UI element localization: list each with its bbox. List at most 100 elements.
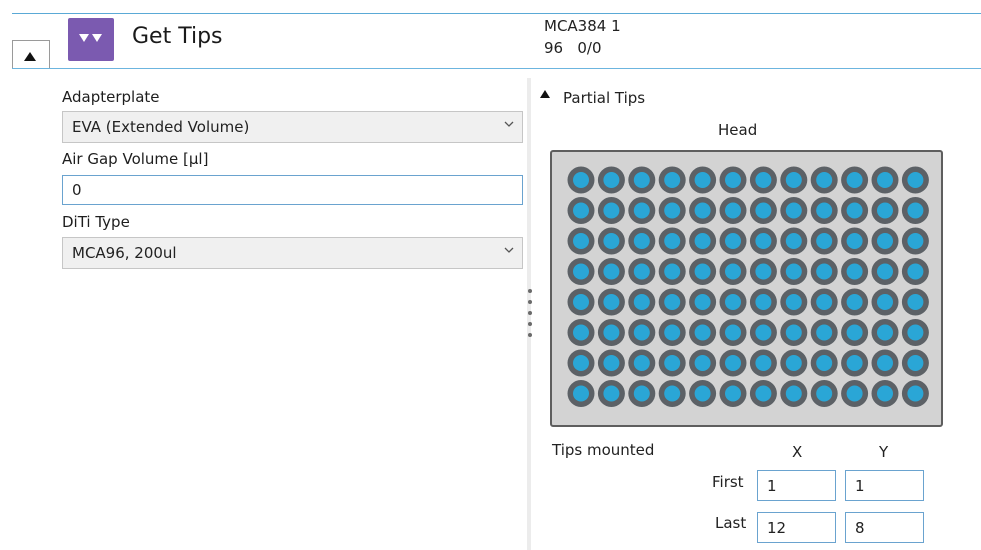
tip-position[interactable]	[877, 355, 893, 371]
tip-position[interactable]	[785, 385, 802, 402]
tip-position[interactable]	[846, 233, 863, 249]
tip-position[interactable]	[603, 294, 620, 310]
tip-position[interactable]	[694, 202, 711, 219]
tip-position[interactable]	[573, 172, 589, 188]
tip-position[interactable]	[694, 385, 711, 402]
last-x-input[interactable]: 12	[757, 512, 836, 543]
tip-position[interactable]	[573, 233, 589, 249]
tip-position[interactable]	[755, 324, 772, 341]
tip-position[interactable]	[633, 263, 650, 280]
tip-position[interactable]	[573, 355, 589, 371]
tip-position[interactable]	[725, 355, 741, 371]
first-y-input[interactable]: 1	[845, 470, 924, 501]
tip-position[interactable]	[785, 233, 802, 249]
tip-position[interactable]	[907, 355, 924, 371]
tip-position[interactable]	[785, 263, 802, 280]
tip-position[interactable]	[633, 202, 650, 219]
tip-position[interactable]	[907, 263, 924, 280]
head-tip-grid[interactable]	[550, 150, 943, 427]
splitter-grip-icon[interactable]	[528, 289, 532, 337]
tip-position[interactable]	[846, 263, 863, 280]
tip-position[interactable]	[694, 355, 711, 371]
tip-position[interactable]	[633, 172, 650, 188]
tip-position[interactable]	[877, 263, 893, 280]
tip-position[interactable]	[725, 202, 741, 219]
tip-position[interactable]	[633, 294, 650, 310]
tip-position[interactable]	[816, 263, 833, 280]
tip-position[interactable]	[755, 202, 772, 219]
tip-position[interactable]	[907, 294, 924, 310]
tip-position[interactable]	[877, 385, 893, 402]
tip-position[interactable]	[846, 355, 863, 371]
tip-position[interactable]	[877, 324, 893, 341]
tip-position[interactable]	[573, 324, 589, 341]
tip-position[interactable]	[633, 324, 650, 341]
tip-position[interactable]	[633, 385, 650, 402]
tip-position[interactable]	[816, 294, 833, 310]
tip-position[interactable]	[664, 233, 681, 249]
tip-position[interactable]	[664, 385, 681, 402]
tip-position[interactable]	[785, 202, 802, 219]
tip-position[interactable]	[785, 172, 802, 188]
tip-position[interactable]	[907, 202, 924, 219]
tip-position[interactable]	[603, 172, 620, 188]
tip-position[interactable]	[785, 294, 802, 310]
diti-type-select[interactable]: MCA96, 200ul	[62, 237, 523, 269]
tip-position[interactable]	[816, 324, 833, 341]
tip-position[interactable]	[694, 263, 711, 280]
collapse-toggle-button[interactable]	[12, 40, 50, 69]
tip-position[interactable]	[816, 355, 833, 371]
tip-position[interactable]	[633, 233, 650, 249]
tip-position[interactable]	[907, 324, 924, 341]
tip-position[interactable]	[603, 263, 620, 280]
tip-position[interactable]	[725, 324, 741, 341]
tip-position[interactable]	[664, 172, 681, 188]
tip-position[interactable]	[603, 355, 620, 371]
tip-position[interactable]	[725, 385, 741, 402]
adapterplate-select[interactable]: EVA (Extended Volume)	[62, 111, 523, 143]
tip-position[interactable]	[755, 355, 772, 371]
tip-position[interactable]	[633, 355, 650, 371]
tip-position[interactable]	[573, 202, 589, 219]
tip-position[interactable]	[694, 294, 711, 310]
tip-position[interactable]	[846, 385, 863, 402]
tip-position[interactable]	[603, 233, 620, 249]
tip-position[interactable]	[755, 294, 772, 310]
tip-position[interactable]	[907, 385, 924, 402]
tip-position[interactable]	[664, 294, 681, 310]
tip-position[interactable]	[755, 233, 772, 249]
tip-position[interactable]	[725, 233, 741, 249]
tip-position[interactable]	[664, 324, 681, 341]
tip-position[interactable]	[573, 385, 589, 402]
tip-position[interactable]	[877, 233, 893, 249]
tip-position[interactable]	[603, 202, 620, 219]
tip-position[interactable]	[785, 324, 802, 341]
last-y-input[interactable]: 8	[845, 512, 924, 543]
tip-position[interactable]	[907, 172, 924, 188]
tip-position[interactable]	[816, 202, 833, 219]
tip-position[interactable]	[816, 385, 833, 402]
tip-position[interactable]	[694, 233, 711, 249]
tip-position[interactable]	[877, 172, 893, 188]
tip-position[interactable]	[877, 294, 893, 310]
tip-position[interactable]	[603, 324, 620, 341]
tip-position[interactable]	[694, 172, 711, 188]
first-x-input[interactable]: 1	[757, 470, 836, 501]
tip-position[interactable]	[725, 263, 741, 280]
tip-position[interactable]	[694, 324, 711, 341]
tip-position[interactable]	[755, 385, 772, 402]
tip-position[interactable]	[664, 263, 681, 280]
tip-position[interactable]	[573, 294, 589, 310]
tip-position[interactable]	[755, 263, 772, 280]
tip-position[interactable]	[846, 172, 863, 188]
tip-position[interactable]	[725, 172, 741, 188]
tip-position[interactable]	[846, 202, 863, 219]
tip-position[interactable]	[877, 202, 893, 219]
partial-tips-toggle-icon[interactable]	[540, 90, 550, 98]
tip-position[interactable]	[755, 172, 772, 188]
tip-position[interactable]	[664, 355, 681, 371]
tip-position[interactable]	[725, 294, 741, 310]
tip-position[interactable]	[603, 385, 620, 402]
tip-position[interactable]	[664, 202, 681, 219]
tip-position[interactable]	[816, 172, 833, 188]
